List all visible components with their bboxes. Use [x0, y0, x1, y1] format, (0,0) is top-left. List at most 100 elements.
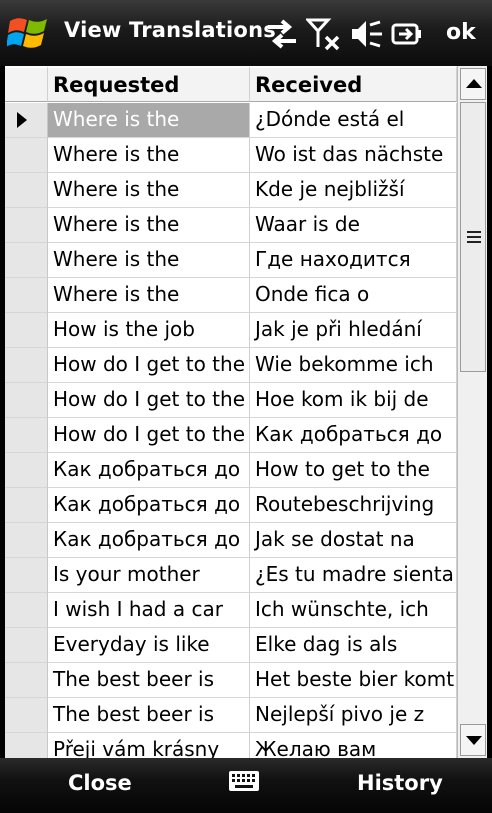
table-row[interactable]: How do I get to the Wie bekomme ich	[5, 348, 457, 383]
table-row[interactable]: Как добраться до Jak se dostat na	[5, 523, 457, 558]
table-row[interactable]: How do I get to the Как добраться до	[5, 418, 457, 453]
keyboard-icon[interactable]	[228, 770, 260, 792]
row-header-cell[interactable]	[5, 628, 48, 663]
cell-requested[interactable]: I wish I had a car	[48, 593, 250, 628]
cell-requested[interactable]: Is your mother	[48, 558, 250, 593]
page-title: View Translations	[64, 18, 276, 42]
row-header-cell[interactable]	[5, 173, 48, 208]
scroll-thumb[interactable]	[460, 102, 486, 372]
scroll-down-button[interactable]	[460, 724, 486, 756]
cell-requested[interactable]: How do I get to the	[48, 418, 250, 453]
table-row[interactable]: Where is the Onde fica o	[5, 278, 457, 313]
cell-received[interactable]: Onde fica o	[250, 278, 457, 313]
sync-arrows-icon[interactable]	[264, 17, 300, 51]
row-header-cell[interactable]	[5, 138, 48, 173]
row-header-corner	[5, 66, 48, 102]
volume-muted-icon[interactable]	[348, 17, 384, 51]
row-header-cell[interactable]	[5, 733, 48, 758]
cell-received[interactable]: Het beste bier komt	[250, 663, 457, 698]
row-header-cell[interactable]	[5, 558, 48, 593]
cell-received[interactable]: ¿Es tu madre sienta	[250, 558, 457, 593]
cell-received[interactable]: How to get to the	[250, 453, 457, 488]
row-header-cell[interactable]	[5, 348, 48, 383]
cell-received[interactable]: Где находится	[250, 243, 457, 278]
cell-requested[interactable]: Where is the	[48, 243, 250, 278]
cell-requested[interactable]: Where is the	[48, 278, 250, 313]
cell-requested[interactable]: Everyday is like	[48, 628, 250, 663]
table-row[interactable]: Where is the ¿Dónde está el	[5, 103, 457, 138]
cell-requested[interactable]: How is the job	[48, 313, 250, 348]
close-button[interactable]: Close	[68, 771, 132, 795]
row-header-cell[interactable]	[5, 488, 48, 523]
cell-received[interactable]: Hoe kom ik bij de	[250, 383, 457, 418]
cell-received[interactable]: Jak se dostat na	[250, 523, 457, 558]
cell-received[interactable]: Kde je nejbližší	[250, 173, 457, 208]
history-button[interactable]: History	[357, 771, 443, 795]
grip-line	[467, 236, 481, 238]
row-header-cell[interactable]	[5, 698, 48, 733]
row-header-cell[interactable]	[5, 523, 48, 558]
table-row[interactable]: The best beer is Nejlepší pivo je z	[5, 698, 457, 733]
row-header-cell[interactable]	[5, 418, 48, 453]
ok-button[interactable]: ok	[446, 20, 476, 45]
cell-received[interactable]: Routebeschrijving	[250, 488, 457, 523]
column-header-requested[interactable]: Requested	[48, 66, 250, 102]
cell-requested[interactable]: Where is the	[48, 173, 250, 208]
table-row[interactable]: Everyday is like Elke dag is als	[5, 628, 457, 663]
cell-requested[interactable]: How do I get to the	[48, 383, 250, 418]
vertical-scrollbar[interactable]	[457, 66, 488, 758]
current-row-indicator-icon	[17, 112, 27, 128]
row-header-cell[interactable]	[5, 278, 48, 313]
row-header-cell[interactable]	[5, 663, 48, 698]
cell-received[interactable]: Как добраться до	[250, 418, 457, 453]
cell-requested[interactable]: The best beer is	[48, 663, 250, 698]
table-row[interactable]: Where is the Где находится	[5, 243, 457, 278]
cell-received[interactable]: Wo ist das nächste	[250, 138, 457, 173]
row-header-cell[interactable]	[5, 593, 48, 628]
row-header-cell[interactable]	[5, 243, 48, 278]
table-row[interactable]: The best beer is Het beste bier komt	[5, 663, 457, 698]
cell-received[interactable]: Waar is de	[250, 208, 457, 243]
table-row[interactable]: Как добраться до How to get to the	[5, 453, 457, 488]
table-row[interactable]: Is your mother ¿Es tu madre sienta	[5, 558, 457, 593]
table-row[interactable]: I wish I had a car Ich wünschte, ich	[5, 593, 457, 628]
translations-grid: Requested Received Where is the ¿Dónde es…	[5, 66, 457, 758]
cell-received[interactable]: Желаю вам	[250, 733, 457, 758]
row-header-cell[interactable]	[5, 103, 48, 138]
cell-received[interactable]: Jak je při hledání	[250, 313, 457, 348]
windows-start-icon[interactable]	[7, 13, 51, 55]
table-row[interactable]: Как добраться до Routebeschrijving	[5, 488, 457, 523]
table-row[interactable]: Where is the Kde je nejbližší	[5, 173, 457, 208]
table-row[interactable]: How is the job Jak je při hledání	[5, 313, 457, 348]
arrow-down-icon	[466, 736, 482, 745]
cell-requested[interactable]: Where is the	[48, 103, 250, 138]
table-row[interactable]: Where is the Wo ist das nächste	[5, 138, 457, 173]
cell-requested[interactable]: The best beer is	[48, 698, 250, 733]
cell-requested[interactable]: Where is the	[48, 138, 250, 173]
table-row[interactable]: How do I get to the Hoe kom ik bij de	[5, 383, 457, 418]
cell-requested[interactable]: How do I get to the	[48, 348, 250, 383]
cell-received[interactable]: Wie bekomme ich	[250, 348, 457, 383]
cell-received[interactable]: ¿Dónde está el	[250, 103, 457, 138]
row-header-cell[interactable]	[5, 383, 48, 418]
no-signal-icon[interactable]	[306, 17, 342, 51]
table-row[interactable]: Where is the Waar is de	[5, 208, 457, 243]
cell-received[interactable]: Elke dag is als	[250, 628, 457, 663]
softkey-bar: Close History	[0, 758, 492, 813]
cell-requested[interactable]: Where is the	[48, 208, 250, 243]
arrow-up-icon	[466, 79, 482, 88]
cell-requested[interactable]: Přeji vám krásny	[48, 733, 250, 758]
battery-charging-icon[interactable]	[390, 17, 426, 51]
cell-requested[interactable]: Как добраться до	[48, 488, 250, 523]
cell-received[interactable]: Nejlepší pivo je z	[250, 698, 457, 733]
column-header-received[interactable]: Received	[250, 66, 457, 102]
cell-requested[interactable]: Как добраться до	[48, 453, 250, 488]
table-row[interactable]: Přeji vám krásny Желаю вам	[5, 733, 457, 758]
cell-requested[interactable]: Как добраться до	[48, 523, 250, 558]
cell-received[interactable]: Ich wünschte, ich	[250, 593, 457, 628]
row-header-cell[interactable]	[5, 313, 48, 348]
grip-line	[467, 241, 481, 243]
row-header-cell[interactable]	[5, 453, 48, 488]
scroll-up-button[interactable]	[460, 68, 486, 100]
row-header-cell[interactable]	[5, 208, 48, 243]
